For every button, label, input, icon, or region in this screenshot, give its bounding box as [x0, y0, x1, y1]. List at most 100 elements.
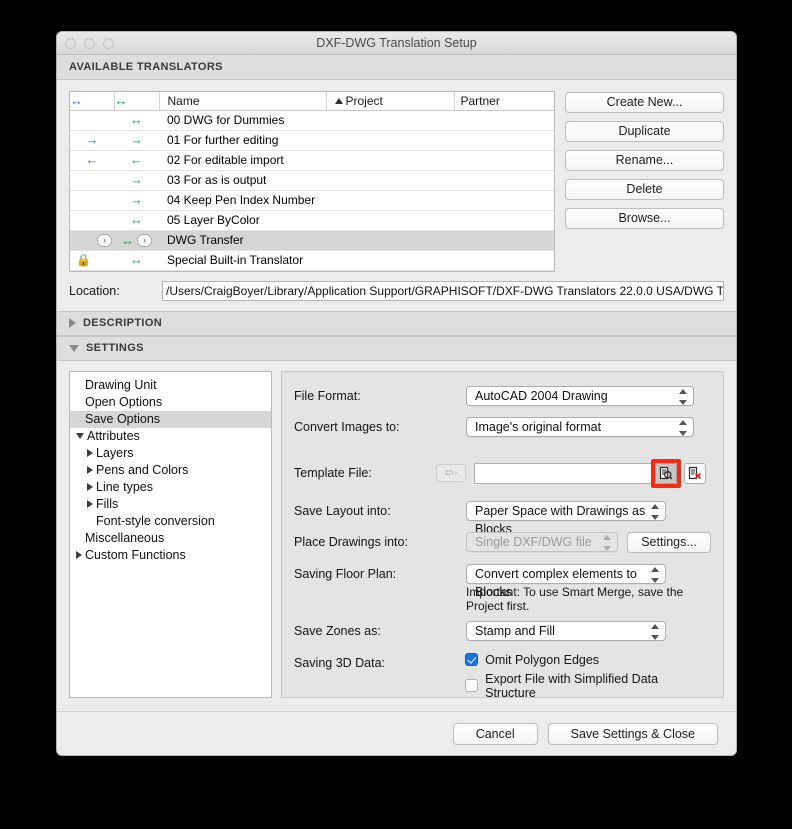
save-zones-select[interactable]: Stamp and Fill — [466, 620, 666, 641]
saving-3d-label: Saving 3D Data: — [294, 655, 386, 670]
location-field[interactable]: /Users/CraigBoyer/Library/Application Su… — [162, 280, 724, 301]
chevron-right-icon[interactable] — [87, 466, 93, 474]
column-header-name[interactable]: Name — [159, 92, 327, 111]
save-layout-select[interactable]: Paper Space with Drawings as Blocks — [466, 500, 666, 536]
translators-table: ↔ ↔ Name Project Partner ↔ 00 DWG for Du… — [70, 92, 554, 271]
stepper-icon — [650, 623, 659, 640]
convert-images-select[interactable]: Image's original format — [466, 416, 694, 437]
column-header-flag1[interactable]: ↔ — [70, 92, 115, 111]
row-project-cell — [326, 190, 454, 211]
row-partner-cell — [454, 210, 554, 231]
chevron-right-icon[interactable] — [87, 500, 93, 508]
table-row[interactable]: 🔒 ↔ Special Built-in Translator — [70, 250, 554, 271]
row-partner-cell — [454, 110, 554, 131]
row-flag2-cell: ↔ — [114, 250, 159, 271]
place-drawings-label: Place Drawings into: — [294, 534, 408, 549]
row-flag1-cell: › — [70, 230, 114, 251]
translators-table-body: ↔ 00 DWG for Dummies → → 01 For further edit… — [70, 110, 554, 271]
tree-item-save-options[interactable]: Save Options — [70, 410, 271, 428]
table-row[interactable]: › ↔ › DWG Transfer — [70, 230, 554, 251]
row-partner-cell — [454, 230, 554, 251]
table-row[interactable]: → 03 For as is output — [70, 170, 554, 191]
row-name-cell: 02 For editable import — [159, 150, 326, 171]
tree-item-line-types[interactable]: Line types — [70, 479, 271, 496]
tree-item-label: Miscellaneous — [85, 531, 165, 545]
browse-button[interactable]: Browse... — [565, 208, 724, 229]
zoom-button[interactable] — [103, 38, 114, 49]
table-row[interactable]: → 04 Keep Pen Index Number — [70, 190, 554, 211]
chevron-right-icon[interactable] — [87, 449, 93, 457]
table-row[interactable]: ← ← 02 For editable import — [70, 150, 554, 171]
column-header-partner[interactable]: Partner — [454, 92, 554, 111]
document-delete-icon-button[interactable] — [684, 462, 706, 484]
tree-item-layers[interactable]: Layers — [70, 445, 271, 462]
row-project-cell — [326, 130, 454, 151]
column-header-flag2[interactable]: ↔ — [114, 92, 160, 111]
checkbox-row[interactable]: Omit Polygon Edges — [465, 653, 711, 667]
tree-item-pens-and-colors[interactable]: Pens and Colors — [70, 462, 271, 479]
row-flag2-cell: ↔ — [114, 110, 159, 131]
convert-images-value: Image's original format — [475, 419, 602, 434]
description-section-header[interactable]: DESCRIPTION — [57, 310, 736, 336]
lock-icon: 🔒 — [76, 253, 91, 267]
row-partner-cell — [454, 190, 554, 211]
rename-button[interactable]: Rename... — [565, 150, 724, 171]
row-flag2-cell: → — [114, 170, 159, 191]
tree-item-fills[interactable]: Fills — [70, 496, 271, 513]
direction-arrow-icon: → — [85, 132, 99, 147]
document-search-icon-button[interactable] — [655, 462, 677, 484]
row-name-cell: 01 For further editing — [159, 130, 326, 151]
location-row: Location: /Users/CraigBoyer/Library/Appl… — [57, 271, 736, 311]
save-zones-value: Stamp and Fill — [475, 623, 555, 638]
translators-table-container: ↔ ↔ Name Project Partner ↔ 00 DWG for Du… — [69, 91, 555, 272]
settings-section-header[interactable]: SETTINGS — [57, 335, 736, 361]
location-label: Location: — [69, 283, 120, 298]
stepper-icon — [602, 534, 611, 551]
tree-item-drawing-unit[interactable]: Drawing Unit — [70, 377, 271, 394]
checkbox-checked-icon[interactable] — [465, 653, 479, 666]
horizontal-arrow-icon: ↔ — [70, 92, 83, 108]
close-button[interactable] — [65, 38, 76, 49]
row-flag2-cell: → — [114, 190, 159, 211]
chevron-right-icon[interactable] — [76, 551, 82, 559]
tree-item-label: Open Options — [85, 395, 163, 409]
expand-chevron-button[interactable]: › — [97, 234, 112, 248]
checkbox-label: Omit Polygon Edges — [485, 652, 600, 667]
chevron-right-icon[interactable] — [87, 483, 93, 491]
table-row[interactable]: → → 01 For further editing — [70, 130, 554, 151]
checkbox-label: Export File with Simplified Data Structu… — [485, 671, 659, 700]
saving-3d-checkbox-list: Omit Polygon Edges Export File with Simpl… — [465, 653, 711, 705]
place-drawings-settings-button[interactable]: Settings... — [627, 531, 711, 553]
saving-3d-row: Saving 3D Data: Omit Polygon Edges Export… — [294, 653, 711, 705]
saving-floor-plan-select[interactable]: Convert complex elements to Blocks — [466, 563, 666, 599]
row-partner-cell — [454, 170, 554, 191]
checkbox-row[interactable]: Export File with Simplified Data Structu… — [465, 672, 711, 700]
save-settings-close-button[interactable]: Save Settings & Close — [547, 722, 718, 745]
row-flag1-cell — [70, 170, 114, 191]
tree-item-miscellaneous[interactable]: Miscellaneous — [70, 530, 271, 547]
table-row[interactable]: ↔ 05 Layer ByColor — [70, 210, 554, 231]
create-new-button[interactable]: Create New... — [565, 92, 724, 113]
row-project-cell — [326, 110, 454, 131]
chevron-down-icon[interactable] — [76, 433, 84, 439]
chevron-right-icon — [69, 318, 76, 328]
row-project-cell — [326, 210, 454, 231]
direction-arrow-icon: → — [130, 132, 143, 147]
tree-item-attributes[interactable]: Attributes — [70, 428, 271, 445]
stepper-icon — [678, 419, 687, 436]
minimize-button[interactable] — [84, 38, 95, 49]
column-header-project[interactable]: Project — [326, 92, 455, 111]
duplicate-button[interactable]: Duplicate — [565, 121, 724, 142]
file-format-select[interactable]: AutoCAD 2004 Drawing — [466, 385, 694, 406]
tree-item-font-style-conversion[interactable]: Font-style conversion — [70, 513, 271, 530]
cancel-button[interactable]: Cancel — [452, 722, 538, 745]
template-file-input[interactable] — [474, 462, 652, 484]
table-row[interactable]: ↔ 00 DWG for Dummies — [70, 110, 554, 131]
delete-button[interactable]: Delete — [565, 179, 724, 200]
expand-chevron-button[interactable]: › — [137, 233, 152, 247]
template-folder-icon[interactable]: C:\ › — [436, 464, 466, 482]
checkbox-unchecked-icon[interactable] — [465, 679, 479, 692]
convert-images-label: Convert Images to: — [294, 419, 400, 434]
tree-item-custom-functions[interactable]: Custom Functions — [70, 547, 271, 564]
tree-item-open-options[interactable]: Open Options — [70, 394, 271, 411]
